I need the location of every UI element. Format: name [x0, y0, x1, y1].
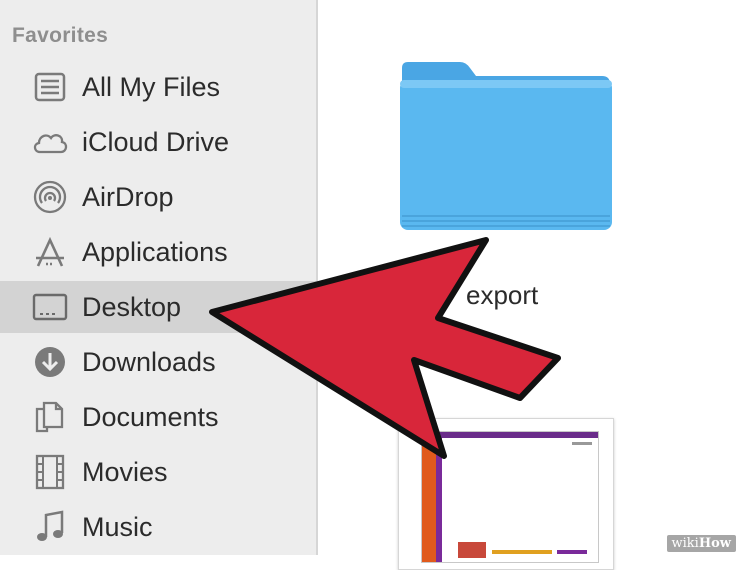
documents-icon: [30, 397, 70, 437]
sidebar-item-label: All My Files: [82, 71, 221, 102]
all-files-icon: [30, 67, 70, 107]
sidebar-item-downloads[interactable]: Downloads: [0, 336, 316, 388]
movies-icon: [30, 452, 70, 492]
finder-sidebar: Favorites All My Files iCloud Drive AirD…: [0, 0, 318, 555]
sidebar-item-movies[interactable]: Movies: [0, 446, 316, 498]
sidebar-item-label: Movies: [82, 456, 168, 487]
sidebar-item-label: Desktop: [82, 291, 182, 322]
cloud-icon: [30, 122, 70, 162]
sidebar-item-label: Documents: [82, 401, 219, 432]
sidebar-item-icloud-drive[interactable]: iCloud Drive: [0, 116, 316, 168]
sidebar-item-label: Downloads: [82, 346, 216, 377]
favorites-section-header: Favorites: [12, 24, 109, 47]
sidebar-item-label: Music: [82, 511, 153, 542]
export-folder-icon[interactable]: [398, 58, 614, 239]
music-icon: [30, 507, 70, 547]
sidebar-item-label: AirDrop: [82, 181, 174, 212]
downloads-icon: [30, 342, 70, 382]
airdrop-icon: [30, 177, 70, 217]
sidebar-item-documents[interactable]: Documents: [0, 391, 316, 443]
sidebar-item-all-my-files[interactable]: All My Files: [0, 61, 316, 113]
sidebar-item-desktop[interactable]: Desktop: [0, 281, 316, 333]
applications-icon: [30, 232, 70, 272]
export-folder-label: export: [466, 280, 539, 310]
sidebar-item-airdrop[interactable]: AirDrop: [0, 171, 316, 223]
wikihow-watermark: wikiHow: [666, 535, 736, 552]
file-thumbnail[interactable]: [398, 418, 614, 570]
thumbnail-preview-image: [421, 431, 599, 563]
sidebar-item-label: iCloud Drive: [82, 126, 230, 157]
sidebar-item-applications[interactable]: Applications: [0, 226, 316, 278]
sidebar-item-label: Applications: [82, 236, 228, 267]
sidebar-item-music[interactable]: Music: [0, 501, 316, 553]
desktop-icon: [30, 287, 70, 327]
